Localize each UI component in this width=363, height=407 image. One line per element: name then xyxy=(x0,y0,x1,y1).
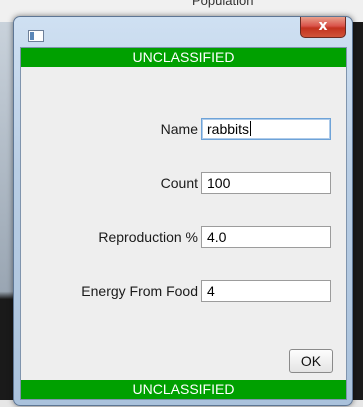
dialog-content: UNCLASSIFIED Name rabbits Count 100 Repr… xyxy=(20,47,347,400)
reproduction-field[interactable]: 4.0 xyxy=(201,226,331,248)
text-caret xyxy=(250,121,252,136)
name-value: rabbits xyxy=(207,121,250,137)
energy-label: Energy From Food xyxy=(81,283,198,299)
parent-window-edge xyxy=(0,22,14,407)
dialog-window: x UNCLASSIFIED Name rabbits Count 100 Re… xyxy=(13,16,353,406)
java-app-icon xyxy=(28,30,44,42)
reproduction-label: Reproduction % xyxy=(98,229,198,245)
ok-button[interactable]: OK xyxy=(289,349,333,373)
parent-window-title: Population xyxy=(192,0,254,8)
close-icon: x xyxy=(318,18,328,34)
energy-value: 4 xyxy=(207,283,215,299)
count-field[interactable]: 100 xyxy=(201,172,331,194)
classification-banner-bottom: UNCLASSIFIED xyxy=(21,380,346,399)
reproduction-value: 4.0 xyxy=(207,229,227,245)
title-bar[interactable]: x xyxy=(14,17,352,47)
count-value: 100 xyxy=(207,175,231,191)
name-label: Name xyxy=(160,121,198,137)
classification-banner-top: UNCLASSIFIED xyxy=(21,48,346,67)
close-button[interactable]: x xyxy=(300,17,346,38)
energy-field[interactable]: 4 xyxy=(201,280,331,302)
count-label: Count xyxy=(160,175,198,191)
name-field[interactable]: rabbits xyxy=(201,118,331,140)
